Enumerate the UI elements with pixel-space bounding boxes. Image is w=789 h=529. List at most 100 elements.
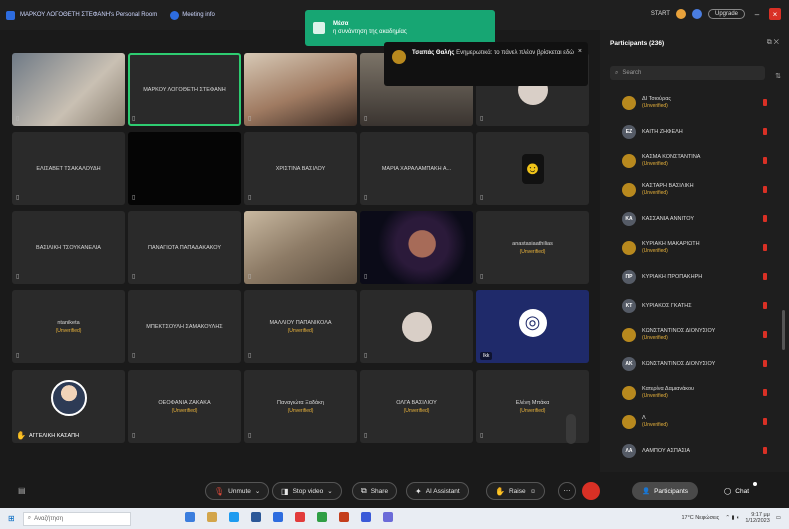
close-icon[interactable]: × bbox=[769, 8, 781, 20]
video-tile[interactable]: ▯ bbox=[360, 290, 473, 363]
participant-name: ΛΑΜΠΟΥ ΑΣΠΑΣΙΑ bbox=[642, 447, 691, 454]
stop-video-button[interactable]: ◨ Stop video ⌄ bbox=[272, 482, 342, 500]
video-tile[interactable]: ΟΛΓΑ ΒΑΣΙΛΙΟΥ (Unverified) ▯ bbox=[360, 370, 473, 443]
ai-assistant-button[interactable]: ✦ AI Assistant bbox=[406, 482, 469, 500]
upgrade-button[interactable]: Upgrade bbox=[707, 9, 745, 19]
participant-item[interactable]: ΔΙ Τσιούρας (Unverified) bbox=[600, 88, 789, 117]
unverified-label: (Unverified) bbox=[403, 407, 430, 414]
participant-item[interactable]: Λ (Unverified) bbox=[600, 407, 789, 436]
end-meeting-button[interactable] bbox=[582, 482, 600, 500]
video-tile[interactable]: ΜΑΡΚΟΥ ΛΟΓΟΘΕΤΗ ΣΤΕΦΑΝΗ ▯ bbox=[128, 53, 241, 126]
mic-muted-icon: ▯ bbox=[480, 195, 484, 201]
video-tile[interactable]: ΠΑΝΑΓΙΩΤΑ ΠΑΠΑΔΑΚΑΚΟΥ ▯ bbox=[128, 211, 241, 284]
participant-item[interactable]: ΚΑΣΤΑΡΗ ΒΑΣΙΛΙΚΗ (Unverified) bbox=[600, 175, 789, 204]
mic-muted-icon: ▯ bbox=[480, 433, 484, 439]
search-icon: ⌕ bbox=[615, 69, 619, 76]
panel-scrollbar[interactable] bbox=[782, 310, 785, 350]
participants-button[interactable]: 👤 Participants bbox=[632, 482, 699, 500]
mic-muted-icon: ▯ bbox=[16, 116, 20, 122]
video-tile[interactable]: ntaniketa (Unverified) ▯ bbox=[12, 290, 125, 363]
video-tile[interactable]: ▯ bbox=[128, 132, 241, 205]
video-tile[interactable]: ΟΕΟΦΑΝΙΑ ΖΑΚΑΚΑ (Unverified) ▯ bbox=[128, 370, 241, 443]
mic-muted-icon bbox=[763, 99, 767, 106]
layout-icon[interactable] bbox=[691, 9, 702, 19]
excel-icon[interactable] bbox=[317, 512, 327, 522]
video-tile[interactable]: ▯ bbox=[360, 211, 473, 284]
captions-icon[interactable]: ▤ bbox=[18, 486, 26, 495]
clock: 9:17 μμ 1/12/2023 bbox=[745, 512, 770, 524]
more-options-button[interactable]: ⋯ bbox=[558, 482, 576, 500]
chevron-down-icon: ⌄ bbox=[254, 488, 261, 495]
file-explorer-icon[interactable] bbox=[207, 512, 217, 522]
share-button[interactable]: ⧉ Share bbox=[352, 482, 398, 500]
chat-button[interactable]: ◯ Chat bbox=[718, 482, 758, 500]
minimize-icon[interactable]: – bbox=[751, 8, 763, 20]
mic-muted-icon: ▯ bbox=[248, 116, 252, 122]
video-tile[interactable]: ΜΑΛΛΙΟΥ ΠΑΠΑΝΙΚΟΛΑ (Unverified) ▯ bbox=[244, 290, 357, 363]
participant-item[interactable]: ΚΤ ΚΥΡΙΑΚΟΣ ΓΚΑΤΗΣ bbox=[600, 291, 789, 320]
task-view-icon[interactable] bbox=[185, 512, 195, 522]
chrome-icon[interactable] bbox=[295, 512, 305, 522]
taskbar-search-input[interactable]: ⌕ Αναζήτηση bbox=[22, 511, 131, 526]
video-tile[interactable]: ▯ bbox=[244, 53, 357, 126]
participant-item[interactable]: ΚΩΝΣΤΑΝΤΙΝΟΣ ΔΙΟΝΥΣΙΟΥ (Unverified) bbox=[600, 320, 789, 349]
close-icon[interactable]: × bbox=[578, 48, 582, 55]
participant-item[interactable]: ΚΑ ΚΑΣΣΑΝΙΑ ΑΝΝΙΤΟΥ bbox=[600, 204, 789, 233]
notification-toast-message[interactable]: Τσαπάς Θαλής Ενημερωτικά: το πάνελ πλέον… bbox=[384, 42, 588, 86]
participant-text: ΚΑΣΤΑΡΗ ΒΑΣΙΛΙΚΗ (Unverified) bbox=[642, 183, 694, 196]
video-tile[interactable]: ◎ Ikk bbox=[476, 290, 589, 363]
participant-avatar bbox=[622, 414, 636, 429]
word-icon[interactable] bbox=[251, 512, 261, 522]
participant-item[interactable]: Κατερίνα Δαμιανάκου (Unverified) bbox=[600, 378, 789, 407]
video-tile[interactable]: ΕΛΙΣΑΒΕΤ ΤΣΑΚΑΛΟΥΔΗ ▯ bbox=[12, 132, 125, 205]
video-tile[interactable]: ✋ ΑΓΓΕΛΙΚΗ ΚΑΣΑΠΗ bbox=[12, 370, 125, 443]
video-tile[interactable]: ▯ bbox=[244, 211, 357, 284]
meeting-toolbar: ▤ 🎙 Unmute ⌄ ◨ Stop video ⌄ ⧉ Share ✦ AI… bbox=[0, 472, 789, 508]
video-tile[interactable]: ΒΑΣΙΛΙΚΗ ΤΣΟΥΚΑΝΕΛΙΑ ▯ bbox=[12, 211, 125, 284]
participant-item[interactable]: ΚΥΡΙΑΚΗ ΜΑΚΑΡΙΩΤΗ (Unverified) bbox=[600, 233, 789, 262]
video-tile[interactable]: ☻ ▯ bbox=[476, 132, 589, 205]
webex-taskbar-icon[interactable] bbox=[361, 512, 371, 522]
sort-icon[interactable]: ⇅ bbox=[775, 72, 781, 80]
raise-button[interactable]: ✋ Raise ☺ bbox=[486, 482, 546, 500]
participant-item[interactable]: ΑΚ ΚΩΝΣΤΑΝΤΙΝΟΣ ΔΙΟΝΥΣΙΟΥ bbox=[600, 349, 789, 378]
video-tile[interactable]: Παναγιώτα Ξαδάκη (Unverified) ▯ bbox=[244, 370, 357, 443]
video-tile[interactable]: ▯ bbox=[12, 53, 125, 126]
teams-icon[interactable] bbox=[383, 512, 393, 522]
emoji-icon: ☺ bbox=[529, 487, 537, 495]
webex-logo-icon bbox=[6, 10, 15, 20]
mic-muted-icon bbox=[763, 157, 767, 164]
participant-search-input[interactable]: ⌕ Search bbox=[610, 66, 765, 80]
video-tile[interactable]: ΜΠΕΚΤΣΟΥΛΗ ΣΑΜΑΚΟΥΛΗΣ ▯ bbox=[128, 290, 241, 363]
participant-photo bbox=[401, 311, 432, 342]
participant-item[interactable]: ΚΑΣΜΑ ΚΟΝΣΤΑΝΤΙΝΑ (Unverified) bbox=[600, 146, 789, 175]
panel-options-icon[interactable]: ⧉ ✕ bbox=[767, 39, 779, 47]
windows-start-icon[interactable]: ⊞ bbox=[8, 514, 15, 523]
notification-icon[interactable]: ▭ bbox=[776, 515, 781, 521]
tile-name: Παναγιώτα Ξαδάκη (Unverified) bbox=[244, 400, 357, 414]
unmute-button[interactable]: 🎙 Unmute ⌄ bbox=[205, 482, 270, 500]
unverified-label: (Unverified) bbox=[171, 407, 198, 414]
video-tile[interactable]: ΜΑΡΙΑ ΧΑΡΑΛΑΜΠΑΚΗ Α... ▯ bbox=[360, 132, 473, 205]
video-tile[interactable]: anastasiaathilias (Unverified) ▯ bbox=[476, 211, 589, 284]
mic-muted-icon: ▯ bbox=[132, 353, 136, 359]
mask-avatar-icon: ☻ bbox=[521, 153, 544, 184]
participant-avatar bbox=[622, 182, 636, 197]
grid-scroll-pill[interactable] bbox=[566, 414, 576, 444]
tray-icons[interactable]: ⌃ ▮ ◖ bbox=[725, 515, 739, 521]
store-icon[interactable] bbox=[273, 512, 283, 522]
video-grid: ▯ ΜΑΡΚΟΥ ΛΟΓΟΘΕΤΗ ΣΤΕΦΑΝΗ ▯ ▯ ▯ ▯ ΕΛΙΣΑΒΕΤ ΤΣΑ… bbox=[12, 50, 589, 450]
notification-toast-green[interactable]: Μέσα η συνάντηση της ακαδημίας bbox=[305, 10, 495, 46]
video-tile[interactable]: ΧΡΙΣΤΙΝΑ ΒΑΣΙΛΟΥ ▯ bbox=[244, 132, 357, 205]
participant-item[interactable]: ΛΑ ΛΑΜΠΟΥ ΑΣΠΑΣΙΑ bbox=[600, 436, 789, 465]
participant-text: ΚΑΙΤΗ ΖΗΦΕΛΗ bbox=[642, 129, 683, 135]
unverified-label: (Unverified) bbox=[287, 407, 314, 414]
user-avatar-icon[interactable] bbox=[675, 9, 686, 19]
meeting-info-button[interactable]: Meeting info bbox=[170, 10, 215, 20]
participant-item[interactable]: ΕΖ ΚΑΙΤΗ ΖΗΦΕΛΗ bbox=[600, 117, 789, 146]
participant-item[interactable]: ΠΡ ΚΥΡΙΑΚΗ ΠΡΟΠΑΚΗΡΗ bbox=[600, 262, 789, 291]
mic-muted-icon bbox=[763, 215, 767, 222]
mic-muted-icon: ▯ bbox=[248, 433, 252, 439]
edge-icon[interactable] bbox=[229, 512, 239, 522]
powerpoint-icon[interactable] bbox=[339, 512, 349, 522]
